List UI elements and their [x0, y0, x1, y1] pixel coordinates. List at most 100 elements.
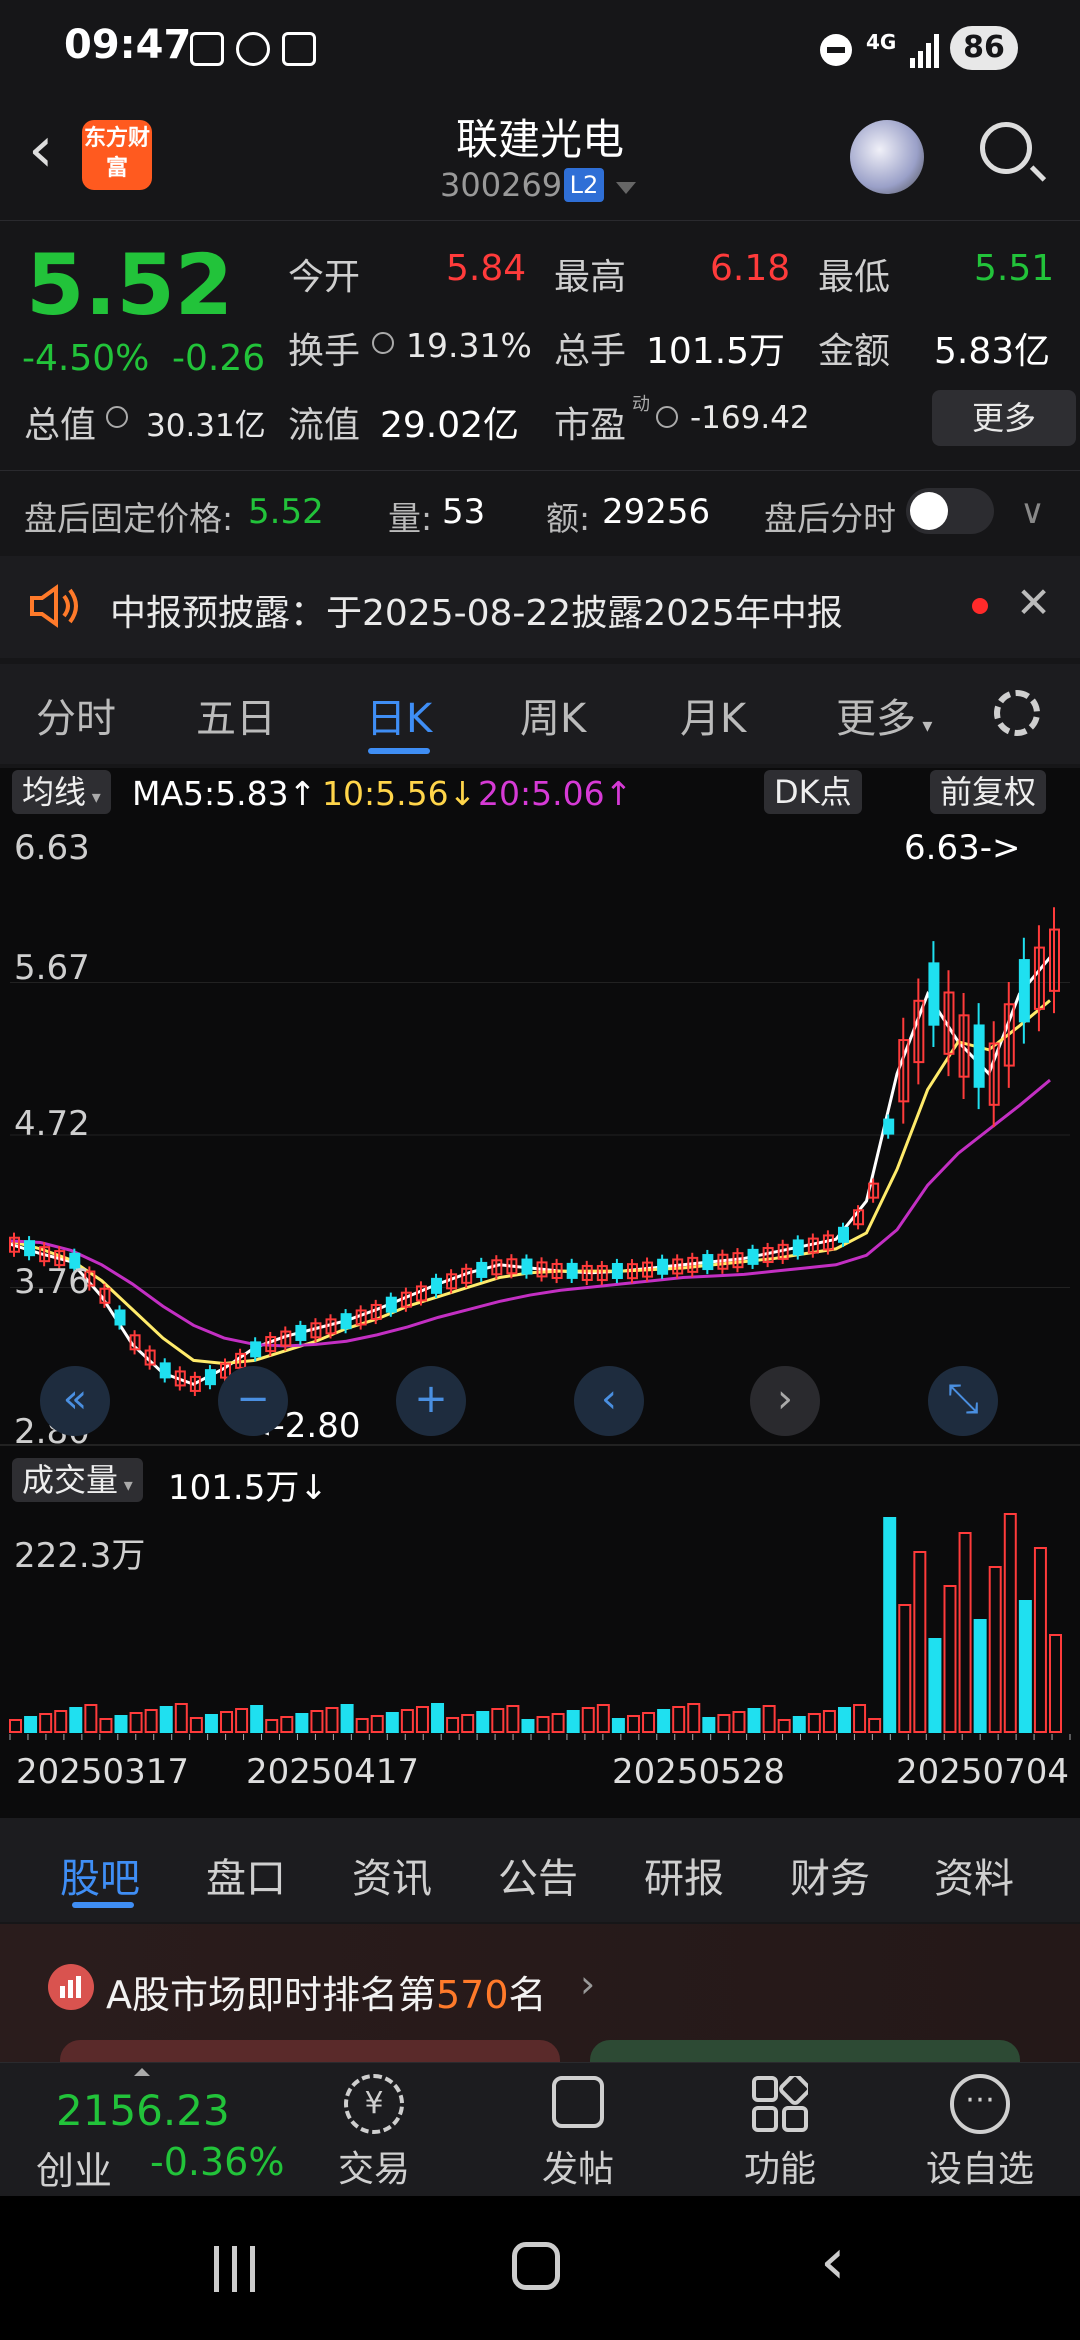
level2-badge[interactable]: L2: [564, 168, 604, 202]
tab-monthly-k[interactable]: 月K: [680, 686, 746, 744]
kline-plot[interactable]: [0, 820, 1080, 1464]
unread-dot: [972, 598, 988, 614]
candle: [431, 1277, 443, 1294]
chevron-left-icon[interactable]: ‹: [574, 1366, 644, 1436]
adjust-button[interactable]: 前复权: [930, 770, 1047, 814]
tab-profile[interactable]: 资料: [934, 1846, 1014, 1904]
volume-bar: [596, 1704, 610, 1733]
tab-timeshare[interactable]: 分时: [36, 686, 116, 744]
volume-bar: [868, 1718, 882, 1733]
chevron-down-icon[interactable]: ∨: [1020, 492, 1045, 532]
info-icon[interactable]: [106, 406, 128, 428]
candle: [114, 1309, 126, 1326]
ma-selector[interactable]: 均线 ▾: [12, 770, 111, 814]
function-button[interactable]: 功能: [710, 2140, 850, 2192]
network-label: 4G: [866, 30, 897, 54]
assistant-robot-icon[interactable]: [850, 120, 924, 194]
home-icon[interactable]: [512, 2242, 560, 2290]
back-nav-icon[interactable]: ‹: [820, 2230, 846, 2294]
volume-bar: [415, 1706, 429, 1733]
after-hours-price-label: 盘后固定价格:: [24, 499, 234, 538]
volume-value: 101.5万: [646, 331, 786, 372]
volume-bar: [973, 1619, 987, 1733]
add-watchlist-button[interactable]: 设自选: [910, 2140, 1050, 2192]
volume-bar: [883, 1517, 897, 1733]
turnover-value: 19.31%: [406, 326, 532, 365]
volume-bar: [295, 1713, 309, 1733]
index-value[interactable]: 2156.23: [56, 2086, 230, 2135]
volume-bar: [1003, 1513, 1017, 1733]
ma5-label: MA5:5.83: [132, 774, 289, 813]
volume-selector[interactable]: 成交量 ▾: [12, 1458, 143, 1502]
tab-daily-k[interactable]: 日K: [366, 686, 432, 744]
search-icon[interactable]: [980, 122, 1032, 174]
tab-news[interactable]: 资讯: [352, 1846, 432, 1904]
info-icon[interactable]: [656, 406, 678, 428]
ma10-label: 10:5.56: [322, 774, 449, 813]
zoom-out-icon[interactable]: −: [218, 1366, 288, 1436]
edit-post-icon[interactable]: [552, 2076, 604, 2128]
y-tick-1: 5.67: [14, 948, 90, 988]
more-button[interactable]: 更多: [932, 390, 1076, 446]
volume-bar: [702, 1717, 716, 1733]
volume-selector-label: 成交量: [22, 1461, 119, 1499]
volume-bar: [431, 1703, 445, 1733]
info-icon[interactable]: [372, 332, 394, 354]
volume-bar: [310, 1710, 324, 1733]
chevron-down-icon[interactable]: [616, 182, 636, 194]
volume-bar: [400, 1709, 414, 1733]
yen-trade-icon[interactable]: ¥: [344, 2074, 404, 2134]
volume-bar: [642, 1712, 656, 1733]
after-hours-toggle[interactable]: [906, 488, 994, 534]
close-icon[interactable]: ✕: [1016, 578, 1051, 627]
after-hours-amt-label: 额:: [546, 499, 591, 538]
dk-point-button[interactable]: DK点: [764, 770, 862, 814]
index-name[interactable]: 创业: [36, 2140, 112, 2195]
volume-max-label: 222.3万: [14, 1536, 146, 1576]
rank-number: 570: [436, 1973, 509, 2017]
change-percent: -4.50%: [22, 338, 150, 379]
total-cap-label: 总值: [24, 405, 97, 446]
volume-bar: [1018, 1600, 1032, 1733]
battery-indicator: 86: [950, 26, 1018, 70]
float-cap-value: 29.02亿: [380, 405, 520, 446]
x-label-0: 20250317: [16, 1752, 190, 1792]
volume-bar: [159, 1706, 173, 1733]
volume-bar: [717, 1714, 731, 1733]
tab-weekly-k[interactable]: 周K: [520, 686, 586, 744]
stock-code[interactable]: 300269: [440, 166, 562, 204]
tab-research[interactable]: 研报: [644, 1846, 724, 1904]
tab-five-day[interactable]: 五日: [196, 686, 276, 744]
volume-bar: [340, 1704, 354, 1733]
expand-icon[interactable]: ⤡: [928, 1366, 998, 1436]
gear-icon[interactable]: [994, 690, 1040, 736]
tab-pankou[interactable]: 盘口: [206, 1846, 286, 1904]
post-button[interactable]: 发帖: [508, 2140, 648, 2192]
change-amount: -0.26: [172, 338, 266, 379]
tab-guba[interactable]: 股吧: [60, 1846, 140, 1904]
trade-button[interactable]: 交易: [304, 2140, 444, 2192]
candle: [883, 1118, 895, 1135]
rank-card-right: [590, 2040, 1020, 2064]
grid-function-icon[interactable]: [752, 2073, 811, 2132]
candle: [611, 1262, 623, 1280]
zoom-in-icon[interactable]: +: [396, 1366, 466, 1436]
active-tab-indicator: [72, 1902, 134, 1908]
recent-apps-icon[interactable]: [212, 2244, 260, 2298]
chevron-right-icon[interactable]: ›: [750, 1366, 820, 1436]
more-dots-icon[interactable]: ⋯: [950, 2074, 1010, 2134]
amount-value: 5.83亿: [934, 331, 1051, 372]
chart-bars-icon: [48, 1964, 94, 2010]
tab-finance[interactable]: 财务: [790, 1846, 870, 1904]
volume-plot[interactable]: [0, 1510, 1080, 1744]
turnover-label: 换手: [288, 331, 361, 372]
index-change[interactable]: -0.36%: [150, 2140, 284, 2184]
scroll-start-icon[interactable]: «: [40, 1366, 110, 1436]
tab-more[interactable]: 更多 ▾: [836, 686, 932, 744]
volume-bar: [792, 1716, 806, 1733]
checkbox-notification-icon: [190, 32, 224, 66]
tab-announcements[interactable]: 公告: [498, 1846, 578, 1904]
volume-bar: [853, 1704, 867, 1733]
after-hours-amt: 29256: [602, 492, 711, 532]
pe-value: -169.42: [690, 400, 810, 436]
